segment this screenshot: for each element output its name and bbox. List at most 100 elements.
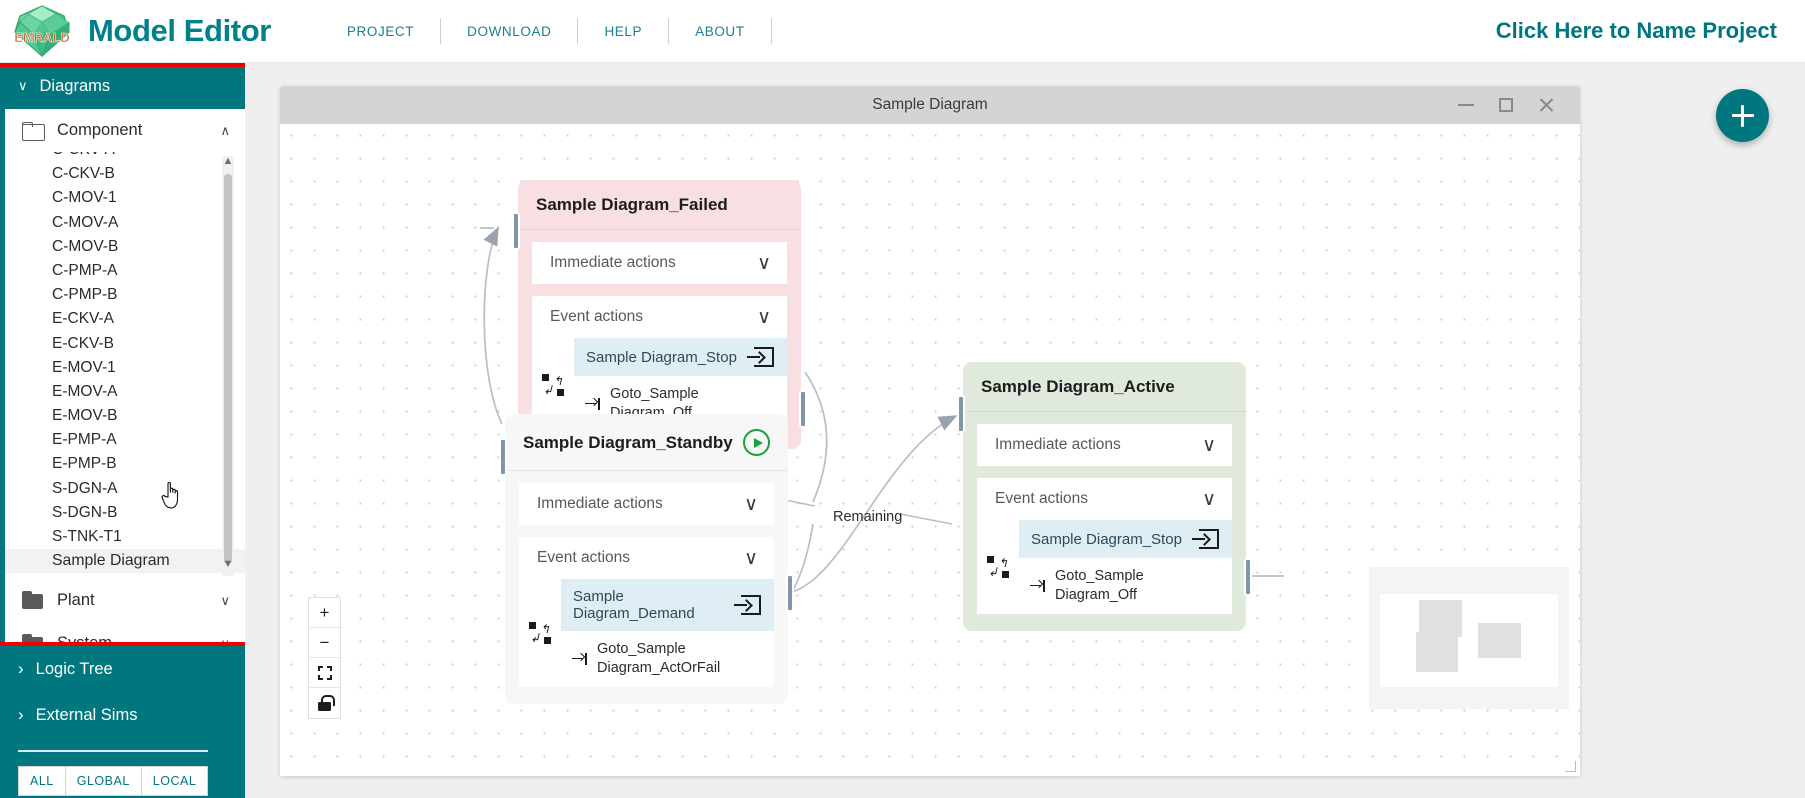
edge-standby-to-active (779, 415, 958, 595)
state-header: Sample Diagram_Active (963, 362, 1246, 411)
scroll-down-icon[interactable]: ▼ (220, 557, 236, 571)
minimize-button[interactable] (1446, 86, 1486, 124)
immediate-actions-accordion[interactable]: Immediate actions (977, 424, 1232, 466)
event-name: Sample Diagram_Stop (586, 348, 737, 366)
input-port[interactable] (499, 438, 507, 476)
state-body: Immediate actions Event actions ↰↲ (505, 483, 788, 688)
chevron-down-icon (18, 78, 28, 94)
goto-icon (585, 397, 600, 411)
list-item[interactable]: C-PMP-A (5, 259, 245, 283)
event-name: Sample Diagram_Stop (1031, 530, 1182, 548)
event-rows: Sample Diagram_Demand Goto_Sample Diagra… (561, 579, 774, 688)
event-row[interactable]: Sample Diagram_Demand (561, 579, 774, 631)
scope-tab-global[interactable]: GLOBAL (64, 766, 141, 796)
nav-item-download[interactable]: DOWNLOAD (441, 24, 577, 39)
maximize-button[interactable] (1486, 86, 1526, 124)
fit-screen-icon (317, 665, 332, 680)
list-item[interactable]: S-DGN-A (5, 477, 245, 501)
app-root: EMRALD Model Editor PROJECT DOWNLOAD HEL… (0, 0, 1805, 798)
list-item[interactable]: E-MOV-B (5, 404, 245, 428)
start-state-icon[interactable] (743, 429, 770, 456)
list-item[interactable]: C-MOV-A (5, 211, 245, 235)
list-item[interactable]: S-DGN-B (5, 501, 245, 525)
zoom-in-button[interactable]: + (309, 598, 340, 628)
minimize-icon (1458, 104, 1474, 106)
output-port[interactable] (786, 574, 794, 612)
close-button[interactable] (1526, 86, 1566, 124)
folder-component[interactable]: Component (5, 109, 245, 152)
event-actions-accordion[interactable]: Event actions (977, 478, 1232, 520)
divider (518, 229, 801, 230)
scope-tab-local[interactable]: LOCAL (140, 766, 209, 796)
folder-plant[interactable]: Plant (5, 579, 245, 622)
event-row[interactable]: Sample Diagram_Stop (1019, 520, 1232, 558)
list-item[interactable]: E-CKV-B (5, 332, 245, 356)
list-item[interactable]: C-MOV-B (5, 235, 245, 259)
accordion-label: Immediate actions (550, 254, 676, 271)
diagram-window-titlebar[interactable]: Sample Diagram (280, 86, 1580, 124)
input-port[interactable] (512, 212, 520, 250)
canvas-minimap[interactable] (1369, 567, 1569, 709)
plus-icon: + (319, 602, 330, 622)
accordion-label: Event actions (995, 490, 1089, 507)
chevron-down-icon[interactable] (220, 593, 230, 609)
nav-item-about[interactable]: ABOUT (669, 24, 771, 39)
input-port[interactable] (957, 395, 965, 433)
enter-event-icon[interactable] (734, 595, 761, 615)
enter-event-icon[interactable] (1192, 529, 1219, 549)
emrald-logo[interactable]: EMRALD (6, 0, 78, 62)
list-item[interactable]: C-MOV-1 (5, 186, 245, 210)
chevron-down-icon (744, 549, 758, 568)
tree-scrollbar[interactable] (222, 156, 234, 576)
scope-tab-all[interactable]: ALL (18, 766, 65, 796)
project-name-button[interactable]: Click Here to Name Project (1496, 18, 1777, 44)
event-row[interactable]: Sample Diagram_Stop (574, 338, 787, 376)
list-item[interactable]: E-MOV-1 (5, 356, 245, 380)
fit-view-button[interactable] (309, 658, 340, 688)
list-item[interactable]: E-PMP-A (5, 428, 245, 452)
svg-text:EMRALD: EMRALD (14, 30, 70, 45)
resize-grip[interactable] (1564, 760, 1576, 772)
tree-scrollbar-thumb[interactable] (224, 174, 232, 564)
output-port[interactable] (799, 390, 807, 428)
accordion-label: Immediate actions (537, 495, 663, 512)
add-item-button[interactable] (1716, 89, 1769, 142)
state-node-active[interactable]: Sample Diagram_Active Immediate actions … (957, 362, 1252, 632)
list-item[interactable]: S-TNK-T1 (5, 525, 245, 549)
lock-canvas-button[interactable] (309, 688, 340, 718)
state-header: Sample Diagram_Failed (518, 180, 801, 229)
state-body: Immediate actions Event actions ↰↲ (518, 242, 801, 433)
state-node-failed[interactable]: Sample Diagram_Failed Immediate actions … (512, 180, 807, 450)
immediate-actions-accordion[interactable]: Immediate actions (519, 483, 774, 525)
chevron-up-icon[interactable] (220, 123, 230, 139)
list-item[interactable]: E-MOV-A (5, 380, 245, 404)
accordion-label: Immediate actions (995, 436, 1121, 453)
diagram-canvas[interactable]: Sample Diagram_Failed Immediate actions … (280, 124, 1580, 776)
nav-item-project[interactable]: PROJECT (321, 24, 440, 39)
nav-item-help[interactable]: HELP (578, 24, 668, 39)
sidebar-section-logic-tree[interactable]: Logic Tree (0, 646, 245, 692)
enter-event-icon[interactable] (747, 347, 774, 367)
list-item[interactable]: C-CKV-B (5, 162, 245, 186)
component-items-scroll[interactable]: C-CKV-A C-CKV-B C-MOV-1 C-MOV-A C-MOV-B … (5, 152, 245, 579)
sidebar-section-label: External Sims (35, 705, 138, 724)
event-actions-accordion[interactable]: Event actions (532, 296, 787, 338)
action-row[interactable]: Goto_Sample Diagram_Off (1019, 558, 1232, 615)
state-title: Sample Diagram_Failed (536, 195, 728, 214)
state-node-standby[interactable]: Sample Diagram_Standby Immediate actions… (499, 414, 794, 705)
action-row[interactable]: Goto_Sample Diagram_ActOrFail (561, 631, 774, 688)
sidebar-section-diagrams[interactable]: Diagrams (0, 63, 245, 109)
list-item-sample-diagram[interactable]: Sample Diagram (5, 549, 245, 574)
sidebar-section-external-sims[interactable]: External Sims (0, 692, 245, 738)
list-item[interactable]: E-PMP-B (5, 452, 245, 476)
list-item[interactable]: C-CKV-A (5, 152, 245, 162)
minimap-viewport[interactable] (1380, 594, 1558, 687)
output-port[interactable] (1244, 558, 1252, 596)
immediate-actions-accordion[interactable]: Immediate actions (532, 242, 787, 284)
divider (505, 470, 788, 471)
event-actions-accordion[interactable]: Event actions (519, 537, 774, 579)
list-item[interactable]: C-PMP-B (5, 283, 245, 307)
list-item[interactable]: E-CKV-A (5, 307, 245, 331)
zoom-out-button[interactable]: − (309, 628, 340, 658)
scroll-up-icon[interactable]: ▲ (220, 154, 236, 168)
